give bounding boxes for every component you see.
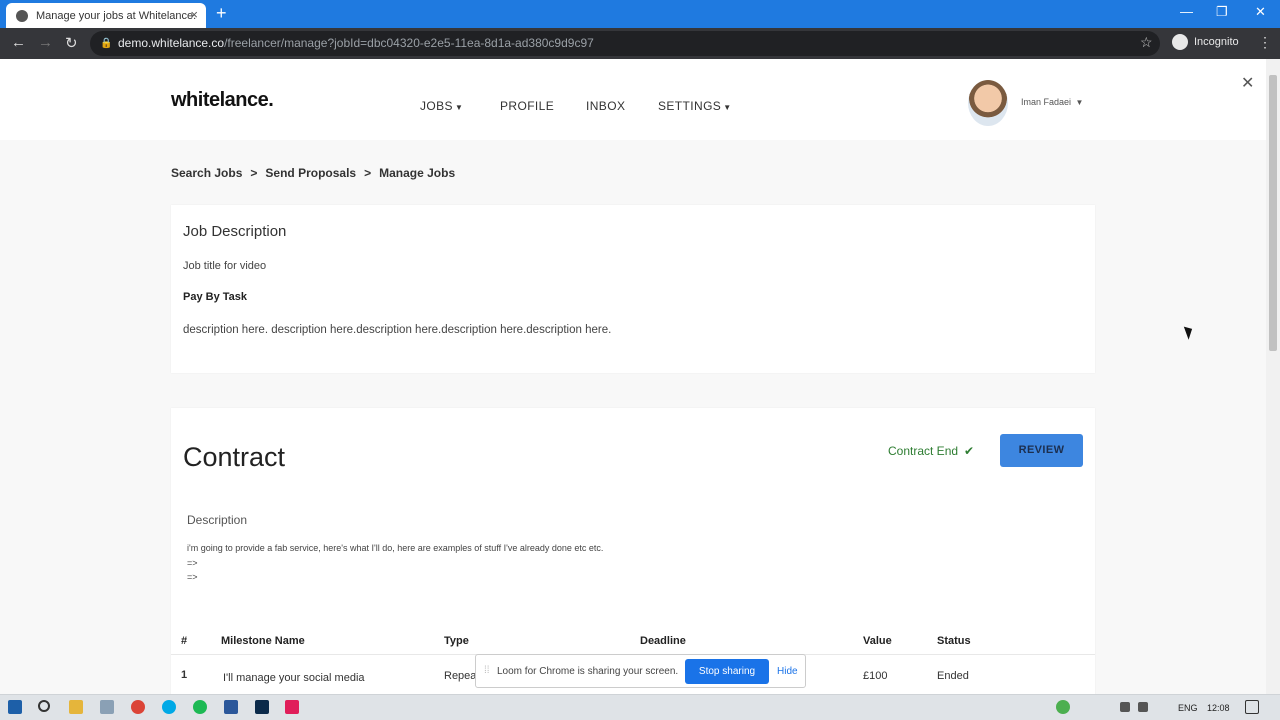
bookmark-star-icon[interactable]: ☆ bbox=[1140, 34, 1153, 51]
nav-jobs-label: JOBS bbox=[420, 99, 453, 113]
site-header: whitelance. JOBS ▼ PROFILE INBOX SETTINGS… bbox=[0, 59, 1266, 140]
tab-title: Manage your jobs at Whitelance. bbox=[36, 9, 197, 22]
close-icon[interactable]: ✕ bbox=[1241, 73, 1254, 93]
site-logo[interactable]: whitelance. bbox=[171, 89, 274, 112]
milestone-type: Repea bbox=[444, 670, 477, 682]
incognito-icon bbox=[1172, 34, 1188, 50]
contract-heading: Contract bbox=[183, 442, 286, 472]
user-name: Iman Fadaei bbox=[1021, 97, 1072, 107]
nav-jobs[interactable]: JOBS ▼ bbox=[420, 99, 463, 113]
browser-tab[interactable]: Manage your jobs at Whitelance. × bbox=[6, 3, 206, 28]
browser-menu-icon[interactable]: ⋮ bbox=[1258, 34, 1272, 51]
caret-down-icon: ▼ bbox=[723, 103, 732, 112]
clock[interactable]: 12:08 bbox=[1207, 703, 1230, 713]
browser-toolbar: ← → ↻ 🔒 demo.whitelance.co/freelancer/ma… bbox=[0, 28, 1280, 59]
milestone-table-header: # Milestone Name Type Deadline Value Sta… bbox=[171, 628, 1095, 655]
search-icon[interactable] bbox=[38, 700, 50, 712]
milestone-name: I'll manage your social media bbox=[223, 672, 365, 684]
page-scrollbar[interactable] bbox=[1266, 59, 1280, 694]
scrollbar-thumb[interactable] bbox=[1269, 75, 1277, 351]
breadcrumb-separator: > bbox=[364, 166, 372, 180]
avatar[interactable] bbox=[968, 80, 1008, 126]
job-description-text: description here. description here.descr… bbox=[183, 324, 612, 336]
contract-status: Contract End ✔ bbox=[888, 444, 974, 458]
job-description-heading: Job Description bbox=[183, 223, 287, 240]
restore-icon[interactable]: ❐ bbox=[1216, 4, 1228, 20]
drag-handle-icon[interactable]: ⁞⁞ bbox=[484, 665, 490, 676]
language-indicator[interactable]: ENG bbox=[1178, 703, 1198, 713]
row-number: 1 bbox=[181, 669, 188, 681]
tab-close-icon[interactable]: × bbox=[190, 7, 198, 22]
breadcrumb-manage-jobs[interactable]: Manage Jobs bbox=[379, 166, 455, 180]
slack-icon[interactable] bbox=[285, 700, 299, 714]
caret-down-icon: ▼ bbox=[454, 103, 464, 112]
milestone-status: Ended bbox=[937, 670, 969, 682]
user-menu[interactable]: Iman Fadaei ▼ bbox=[1021, 97, 1083, 107]
url-host: demo.whitelance.co bbox=[118, 36, 225, 50]
contract-description-label: Description bbox=[187, 513, 248, 527]
col-header-type: Type bbox=[444, 635, 469, 647]
loom-message: Loom for Chrome is sharing your screen. bbox=[497, 666, 679, 677]
loom-sharing-bar: ⁞⁞ Loom for Chrome is sharing your scree… bbox=[475, 654, 806, 688]
col-header-milestone: Milestone Name bbox=[221, 635, 305, 647]
new-tab-icon[interactable]: + bbox=[216, 3, 227, 23]
app-icon[interactable] bbox=[100, 700, 114, 714]
incognito-label: Incognito bbox=[1194, 36, 1239, 48]
nav-settings-label: SETTINGS bbox=[658, 99, 722, 113]
browser-tab-bar: Manage your jobs at Whitelance. × + — ❐ … bbox=[0, 0, 1280, 28]
forward-icon[interactable]: → bbox=[38, 34, 53, 51]
breadcrumb-search-jobs[interactable]: Search Jobs bbox=[171, 166, 242, 180]
pay-type: Pay By Task bbox=[183, 291, 248, 303]
breadcrumb: Search Jobs > Send Proposals > Manage Jobs bbox=[171, 166, 455, 180]
caret-down-icon: ▼ bbox=[1075, 98, 1084, 107]
back-icon[interactable]: ← bbox=[11, 34, 26, 51]
contract-description-line: => bbox=[187, 572, 198, 582]
job-description-card: Job Description Job title for video Pay … bbox=[171, 205, 1095, 373]
battery-icon[interactable] bbox=[1120, 702, 1130, 712]
windows-taskbar: ENG 12:08 bbox=[0, 694, 1280, 720]
page-content: whitelance. JOBS ▼ PROFILE INBOX SETTINGS… bbox=[0, 59, 1266, 694]
incognito-indicator[interactable]: Incognito bbox=[1172, 34, 1239, 50]
review-button[interactable]: REVIEW bbox=[1000, 434, 1083, 467]
contract-card: Contract Contract End ✔ REVIEW Descriptio… bbox=[171, 408, 1095, 694]
skype-icon[interactable] bbox=[162, 700, 176, 714]
col-header-value: Value bbox=[863, 635, 892, 647]
tray-app-icon[interactable] bbox=[1056, 700, 1070, 714]
contract-description-line: i'm going to provide a fab service, here… bbox=[187, 543, 604, 553]
milestone-value: £100 bbox=[863, 670, 888, 682]
reload-icon[interactable]: ↻ bbox=[65, 34, 78, 52]
col-header-number: # bbox=[181, 635, 188, 647]
minimize-icon[interactable]: — bbox=[1180, 4, 1193, 19]
col-header-status: Status bbox=[937, 635, 971, 647]
contract-status-text: Contract End bbox=[888, 444, 959, 458]
start-icon[interactable] bbox=[8, 700, 22, 714]
breadcrumb-separator: > bbox=[250, 166, 258, 180]
window-close-icon[interactable]: ✕ bbox=[1255, 4, 1266, 20]
contract-description-line: => bbox=[187, 557, 198, 568]
address-bar[interactable]: 🔒 demo.whitelance.co/freelancer/manage?j… bbox=[90, 31, 1160, 56]
check-icon: ✔ bbox=[964, 444, 975, 458]
job-title: Job title for video bbox=[183, 260, 267, 272]
nav-inbox[interactable]: INBOX bbox=[586, 99, 625, 113]
file-explorer-icon[interactable] bbox=[69, 700, 83, 714]
hide-button[interactable]: Hide bbox=[777, 666, 798, 677]
spotify-icon[interactable] bbox=[193, 700, 207, 714]
notifications-icon[interactable] bbox=[1245, 700, 1259, 714]
nav-profile[interactable]: PROFILE bbox=[500, 99, 554, 113]
word-icon[interactable] bbox=[224, 700, 238, 714]
stop-sharing-button[interactable]: Stop sharing bbox=[685, 659, 769, 684]
volume-icon[interactable] bbox=[1138, 702, 1148, 712]
col-header-deadline: Deadline bbox=[640, 635, 686, 647]
contract-description-text: i'm going to provide a fab service, here… bbox=[187, 541, 603, 585]
nav-settings[interactable]: SETTINGS ▼ bbox=[658, 99, 732, 113]
breadcrumb-send-proposals[interactable]: Send Proposals bbox=[265, 166, 356, 180]
url-path: /freelancer/manage?jobId=dbc04320-e2e5-1… bbox=[224, 36, 594, 50]
photoshop-icon[interactable] bbox=[255, 700, 269, 714]
lock-icon: 🔒 bbox=[100, 38, 113, 49]
globe-icon bbox=[16, 9, 28, 22]
chrome-icon[interactable] bbox=[131, 700, 145, 714]
